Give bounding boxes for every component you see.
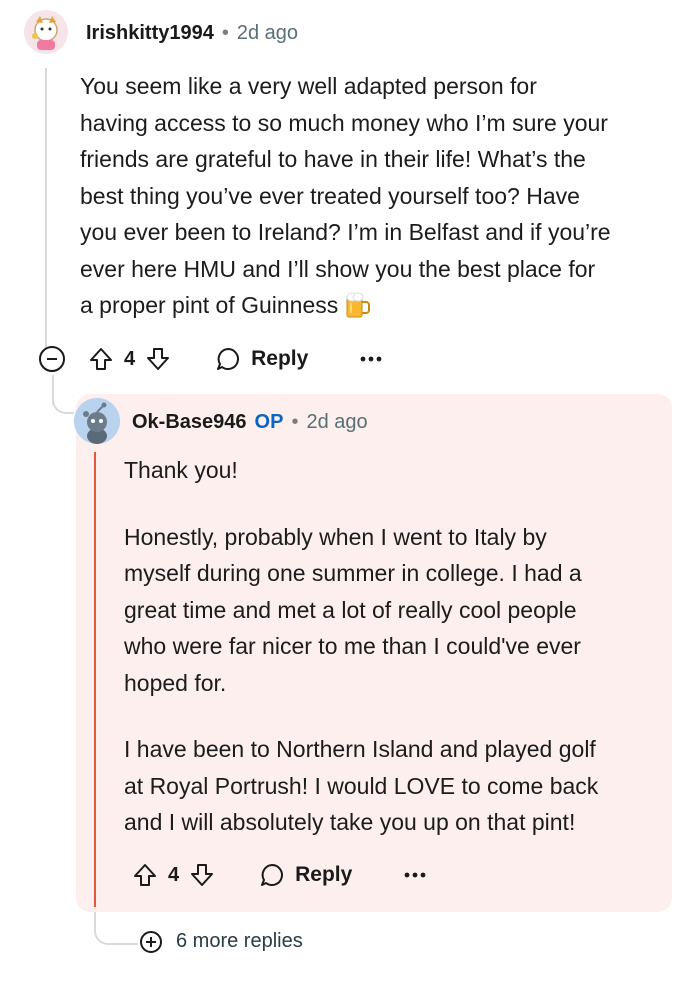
thread-curve	[52, 388, 74, 414]
username[interactable]: Irishkitty1994	[86, 22, 214, 45]
reply-button[interactable]: Reply	[215, 346, 308, 372]
reply-line: hoped for.	[124, 669, 227, 696]
reply-body: Thank you! Honestly, probably when I wen…	[124, 452, 664, 841]
snoo-avatar-icon	[74, 398, 120, 444]
reply-line: at Royal Portrush! I would LOVE to come …	[124, 772, 599, 799]
vote-count: 4	[168, 863, 180, 886]
comment-bubble-icon	[261, 864, 284, 886]
reply-line: myself during one summer in college. I h…	[124, 560, 582, 586]
reply-paragraph: I have been to Northern Island and playe…	[124, 731, 664, 841]
comment-line-last: a proper pint of Guinness	[80, 287, 680, 324]
reply-label: Reply	[251, 347, 309, 370]
op-badge: OP	[254, 411, 284, 433]
reply-avatar[interactable]	[74, 398, 120, 444]
comment-line: having access to so much money who I’m s…	[80, 109, 608, 136]
reply-line: Honestly, probably when I went to Italy …	[124, 523, 547, 550]
upvote-icon[interactable]	[88, 346, 114, 372]
comment-action-bar: 4 Reply	[88, 342, 382, 376]
reply-paragraph: Honestly, probably when I went to Italy …	[124, 519, 664, 702]
downvote-icon[interactable]	[189, 862, 215, 888]
reply-header: Ok-Base946 OP • 2d ago	[132, 411, 368, 434]
comment-line: you ever been to Ireland? I’m in Belfast…	[80, 219, 611, 245]
vote-count: 4	[124, 347, 136, 370]
comment-line: friends are grateful to have in their li…	[80, 146, 586, 172]
user-avatar[interactable]	[24, 10, 68, 54]
separator-dot: •	[291, 411, 299, 433]
reply-line: who were far nicer to me than I could've…	[124, 633, 581, 659]
comment-line: You seem like a very well adapted person…	[80, 73, 537, 99]
kitty-avatar-icon	[24, 10, 68, 54]
thread-line-main	[45, 68, 47, 348]
plus-icon	[140, 930, 162, 953]
comment-line: a proper pint of Guinness	[80, 292, 339, 318]
comment-line: ever here HMU and I’ll show you the best…	[80, 255, 596, 282]
collapse-button[interactable]	[39, 346, 65, 372]
reply-line: and I will absolutely take you up on tha…	[124, 809, 576, 835]
op-highlight-line	[94, 452, 96, 907]
reply-username[interactable]: Ok-Base946	[132, 411, 247, 434]
reply-line: I have been to Northern Island and playe…	[124, 736, 596, 762]
reply-button[interactable]: Reply	[259, 862, 352, 888]
separator-dot: •	[221, 22, 229, 44]
reply-action-bar: 4 Reply	[132, 858, 426, 892]
more-replies-label: 6 more replies	[176, 930, 303, 952]
more-options-icon[interactable]	[360, 356, 382, 362]
comment-header: Irishkitty1994 • 2d ago	[86, 22, 298, 45]
comment-line: best thing you’ve ever treated yourself …	[80, 182, 580, 209]
downvote-icon[interactable]	[145, 346, 171, 372]
comment-bubble-icon	[217, 348, 240, 370]
minus-icon	[47, 358, 57, 360]
more-replies-button[interactable]: 6 more replies	[140, 930, 303, 953]
timestamp[interactable]: 2d ago	[237, 22, 298, 45]
upvote-icon[interactable]	[132, 862, 158, 888]
reply-line: great time and met a lot of really cool …	[124, 596, 577, 623]
reply-timestamp[interactable]: 2d ago	[306, 411, 367, 434]
reply-paragraph: Thank you!	[124, 457, 238, 483]
comment-body: You seem like a very well adapted person…	[80, 68, 680, 324]
more-options-icon[interactable]	[404, 872, 426, 878]
beer-mug-icon	[344, 291, 371, 319]
reply-label: Reply	[295, 863, 353, 886]
